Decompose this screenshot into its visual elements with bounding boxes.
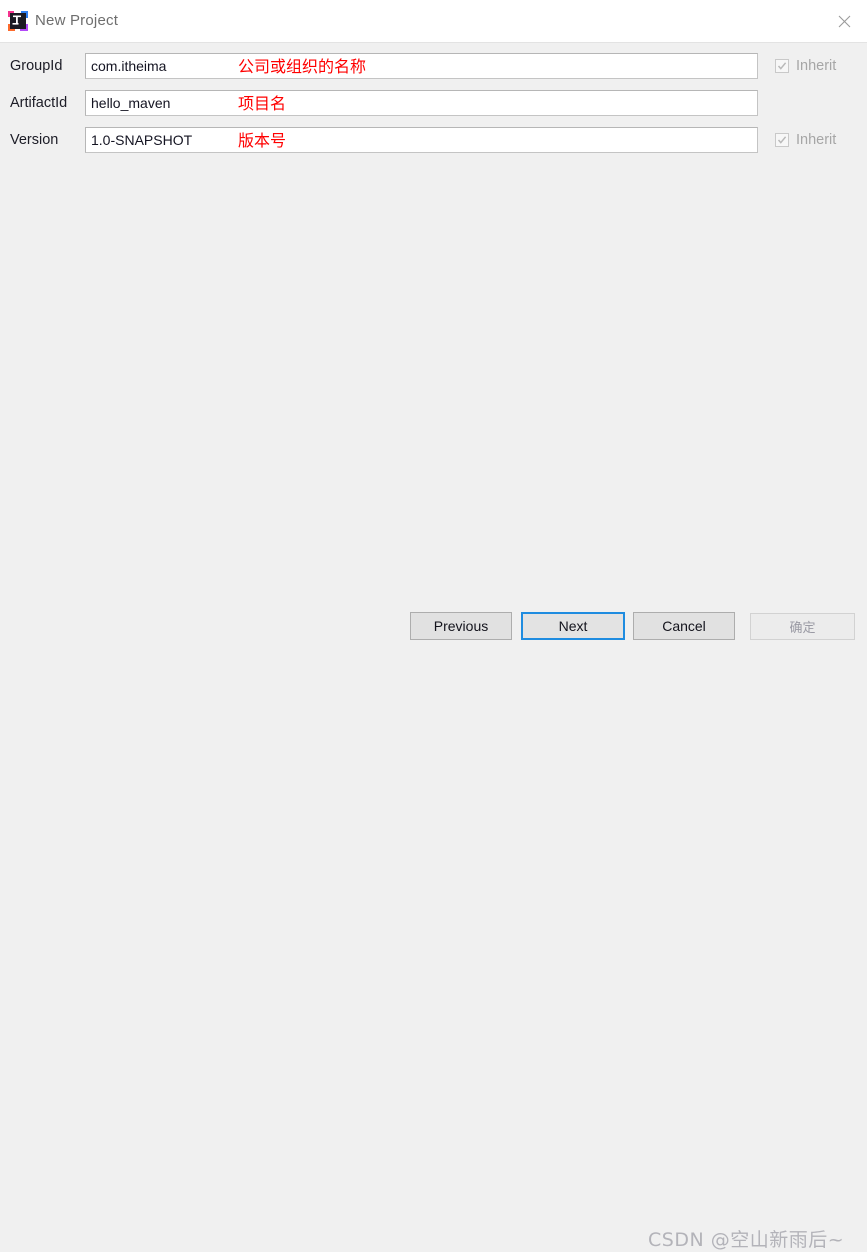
artifactid-value: hello_maven [91, 95, 171, 111]
version-label: Version [10, 132, 59, 148]
groupid-label: GroupId [10, 58, 63, 74]
groupid-inherit-checkbox[interactable]: Inherit [775, 53, 836, 79]
version-inherit-label: Inherit [796, 132, 837, 148]
csdn-watermark: CSDN @空山新雨后~ [648, 1229, 845, 1251]
artifactid-label: ArtifactId [10, 95, 68, 111]
intellij-idea-icon [8, 11, 28, 31]
window-titlebar: New Project [0, 0, 867, 43]
dialog-footer: Previous Next Cancel 确定 CSDN @空山新雨后~ [0, 612, 867, 1251]
confirm-button-ghost[interactable]: 确定 [750, 613, 855, 640]
groupid-annotation: 公司或组织的名称 [238, 57, 367, 76]
checkbox-checked-icon [775, 133, 789, 147]
cancel-button[interactable]: Cancel [633, 612, 735, 640]
version-input[interactable]: 1.0-SNAPSHOT 版本号 [85, 127, 758, 153]
groupid-value: com.itheima [91, 58, 167, 74]
close-icon[interactable] [821, 0, 867, 42]
form-row-artifactid: ArtifactId hello_maven 项目名 [0, 90, 867, 116]
version-inherit-checkbox[interactable]: Inherit [775, 127, 836, 153]
form-row-version: Version 1.0-SNAPSHOT 版本号 Inherit [0, 127, 867, 153]
next-button[interactable]: Next [521, 612, 625, 640]
version-annotation: 版本号 [238, 131, 287, 150]
previous-button[interactable]: Previous [410, 612, 512, 640]
groupid-input[interactable]: com.itheima 公司或组织的名称 [85, 53, 758, 79]
artifactid-input[interactable]: hello_maven 项目名 [85, 90, 758, 116]
version-value: 1.0-SNAPSHOT [91, 132, 193, 148]
form-row-groupid: GroupId com.itheima 公司或组织的名称 Inherit [0, 53, 867, 79]
checkbox-checked-icon [775, 59, 789, 73]
maven-coordinates-form: GroupId com.itheima 公司或组织的名称 Inherit Art… [0, 43, 867, 645]
window-title: New Project [35, 12, 119, 29]
groupid-inherit-label: Inherit [796, 58, 837, 74]
artifactid-annotation: 项目名 [238, 94, 287, 113]
